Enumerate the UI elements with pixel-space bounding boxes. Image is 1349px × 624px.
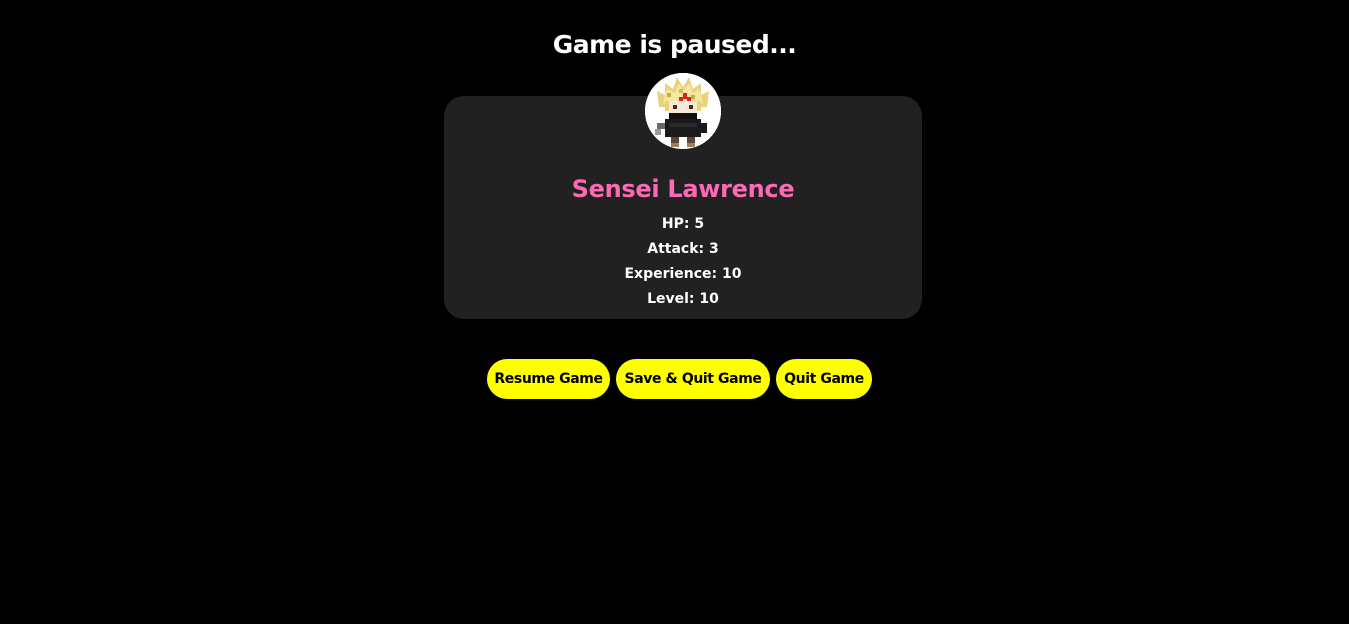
save-and-quit-game-button[interactable]: Save & Quit Game [616, 359, 770, 399]
stat-level: Level: 10 [647, 291, 719, 307]
stat-hp: HP: 5 [661, 216, 705, 232]
stat-experience: Experience: 10 [624, 266, 742, 282]
pause-menu-buttons: Resume Game Save & Quit Game Quit Game [487, 359, 872, 399]
pause-screen: Game is paused... Sensei Lawrence HP: 5 … [0, 0, 1349, 624]
stat-attack: Attack: 3 [647, 241, 719, 257]
character-name: Sensei Lawrence [571, 175, 795, 203]
pause-title: Game is paused... [552, 30, 797, 59]
quit-game-button[interactable]: Quit Game [776, 359, 872, 399]
resume-game-button[interactable]: Resume Game [487, 359, 610, 399]
pixel-ninja-avatar-icon [645, 73, 721, 149]
character-stats: HP: 5 Attack: 3 Experience: 10 Level: 10 [444, 214, 922, 314]
